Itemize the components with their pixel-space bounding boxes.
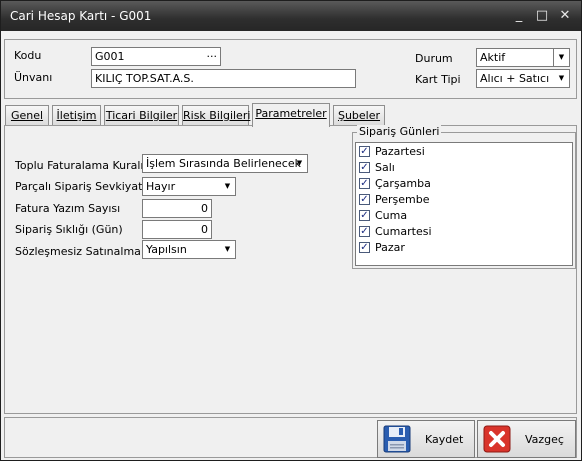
parcali-siparis-select[interactable]: Hayır ▼ [142,177,236,196]
kodu-label: Kodu [14,49,42,62]
unvani-label: Ünvanı [14,71,53,84]
check-icon[interactable]: ✓ [359,210,370,221]
tab-genel[interactable]: Genel [5,105,49,125]
kart-tipi-value: Alıcı + Satıcı [480,72,550,85]
check-icon[interactable]: ✓ [359,242,370,253]
unvani-field[interactable]: KILIÇ TOP.SAT.A.S. [91,69,356,88]
close-icon [483,425,511,453]
check-icon[interactable]: ✓ [359,146,370,157]
kart-tipi-select[interactable]: Alıcı + Satıcı ▼ [476,69,570,88]
window-title: Cari Hesap Kartı - G001 [10,9,152,23]
chevron-down-icon[interactable]: ▼ [553,49,569,66]
check-icon[interactable]: ✓ [359,178,370,189]
day-label: Cumartesi [375,225,432,238]
unvani-value: KILIÇ TOP.SAT.A.S. [95,72,194,85]
tab-parametreler[interactable]: Parametreler [252,103,330,127]
parametreler-panel: Toplu Faturalama Kuralı İşlem Sırasında … [4,125,577,414]
parcali-siparis-label: Parçalı Sipariş Sevkiyatı [15,180,146,193]
durum-label: Durum [415,52,453,65]
day-label: Pazartesi [375,145,425,158]
fatura-yazim-label: Fatura Yazım Sayısı [15,202,121,215]
day-label: Cuma [375,209,408,222]
durum-select[interactable]: Aktif ▼ [476,48,570,67]
siparis-gunleri-group: Sipariş Günleri ✓ Pazartesi ✓ Salı ✓ Çar… [352,125,576,269]
cancel-label: Vazgeç [525,433,564,446]
tab-subeler[interactable]: Şubeler [333,105,385,125]
chevron-down-icon[interactable]: ▼ [292,155,307,172]
check-icon[interactable]: ✓ [359,162,370,173]
maximize-button[interactable]: □ [533,7,551,25]
title-bar[interactable]: Cari Hesap Kartı - G001 _ □ ✕ [1,1,581,31]
day-label: Pazar [375,241,405,254]
chevron-down-icon[interactable]: ▼ [220,178,235,195]
siparis-gunleri-title: Sipariş Günleri [357,125,442,138]
window: Cari Hesap Kartı - G001 _ □ ✕ Kodu G001 … [0,0,582,461]
check-icon[interactable]: ✓ [359,226,370,237]
fatura-yazim-input[interactable]: 0 [142,199,212,218]
fatura-yazim-value: 0 [201,202,208,215]
header-panel: Kodu G001 ··· Ünvanı KILIÇ TOP.SAT.A.S. … [4,39,577,99]
kodu-value: G001 [95,50,125,63]
day-label: Salı [375,161,395,174]
siparis-sikligi-label: Sipariş Sıklığı (Gün) [15,223,123,236]
save-label: Kaydet [425,433,464,446]
save-button[interactable]: Kaydet [377,420,475,458]
floppy-disk-icon [383,425,411,453]
cancel-button[interactable]: Vazgeç [477,420,576,458]
sozlesmesiz-satinalma-select[interactable]: Yapılsın ▼ [142,240,236,259]
sozlesmesiz-satinalma-value: Yapılsın [146,243,187,256]
close-button[interactable]: ✕ [556,7,574,25]
tab-ticari-bilgiler[interactable]: Ticari Bilgiler [104,105,179,125]
chevron-down-icon[interactable]: ▼ [554,70,569,87]
parcali-siparis-value: Hayır [146,180,176,193]
kodu-field[interactable]: G001 ··· [91,47,221,66]
siparis-sikligi-value: 0 [201,223,208,236]
check-icon[interactable]: ✓ [359,194,370,205]
toplu-faturalama-select[interactable]: İşlem Sırasında Belirlenecek ▼ [142,154,308,173]
day-label: Perşembe [375,193,430,206]
tab-strip: Genel İletişim Ticari Bilgiler Risk Bilg… [4,103,577,127]
toplu-faturalama-value: İşlem Sırasında Belirlenecek [146,157,301,170]
chevron-down-icon[interactable]: ▼ [220,241,235,258]
siparis-sikligi-input[interactable]: 0 [142,220,212,239]
siparis-gunleri-list: ✓ Pazartesi ✓ Salı ✓ Çarşamba ✓ Perşembe… [355,142,573,266]
tab-iletisim[interactable]: İletişim [52,105,101,125]
sozlesmesiz-satinalma-label: Sözleşmesiz Satınalma [15,245,141,258]
kodu-lookup-button[interactable]: ··· [207,48,218,65]
minimize-button[interactable]: _ [510,7,528,25]
day-label: Çarşamba [375,177,431,190]
toplu-faturalama-label: Toplu Faturalama Kuralı [15,159,144,172]
tab-risk-bilgileri[interactable]: Risk Bilgileri [182,105,250,125]
durum-value: Aktif [480,51,506,64]
kart-tipi-label: Kart Tipi [415,73,461,86]
